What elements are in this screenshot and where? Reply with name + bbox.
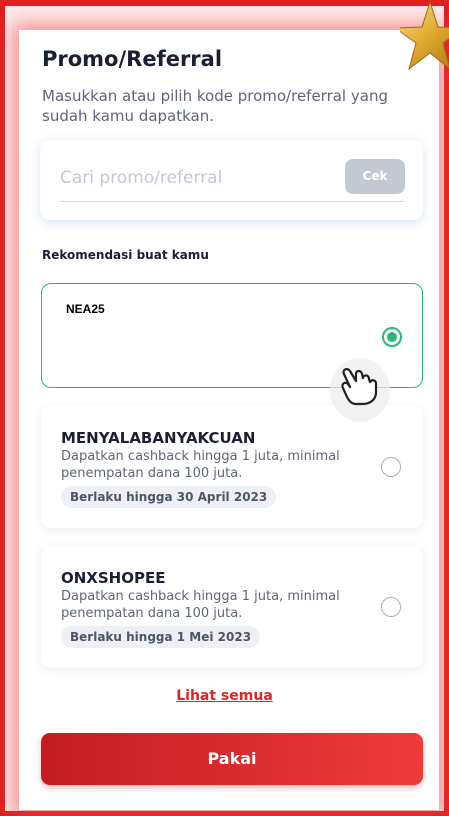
check-button[interactable]: Cek bbox=[345, 159, 405, 194]
promo-card-onxshopee[interactable]: ONXSHOPEE Dapatkan cashback hingga 1 jut… bbox=[41, 545, 423, 668]
apply-button[interactable]: Pakai bbox=[41, 733, 423, 785]
promo-validity-badge: Berlaku hingga 1 Mei 2023 bbox=[61, 626, 261, 648]
promo-code: ONXSHOPEE bbox=[61, 569, 166, 587]
promo-code: NEA25 bbox=[66, 302, 105, 316]
top-border bbox=[0, 0, 449, 6]
promo-radio[interactable] bbox=[381, 457, 401, 477]
page-subtitle: Masukkan atau pilih kode promo/referral … bbox=[42, 87, 388, 125]
promo-radio-selected[interactable] bbox=[382, 327, 402, 347]
promo-search-input[interactable] bbox=[60, 164, 340, 192]
promo-validity-badge: Berlaku hingga 30 April 2023 bbox=[61, 486, 277, 508]
promo-description: Dapatkan cashback hingga 1 juta, minimal… bbox=[61, 449, 340, 481]
hand-pointer-icon bbox=[330, 358, 390, 422]
promo-card-menyalabanyakcuan[interactable]: MENYALABANYAKCUAN Dapatkan cashback hing… bbox=[41, 405, 423, 528]
page-title: Promo/Referral bbox=[42, 47, 223, 71]
recommendation-label: Rekomendasi buat kamu bbox=[42, 248, 209, 262]
promo-radio[interactable] bbox=[381, 597, 401, 617]
see-all-link[interactable]: Lihat semua bbox=[0, 688, 449, 704]
search-underline bbox=[60, 201, 404, 202]
search-card: Cek bbox=[40, 140, 423, 220]
promo-description: Dapatkan cashback hingga 1 juta, minimal… bbox=[61, 589, 340, 621]
star-icon bbox=[400, 0, 449, 71]
promo-code: MENYALABANYAKCUAN bbox=[61, 429, 256, 447]
